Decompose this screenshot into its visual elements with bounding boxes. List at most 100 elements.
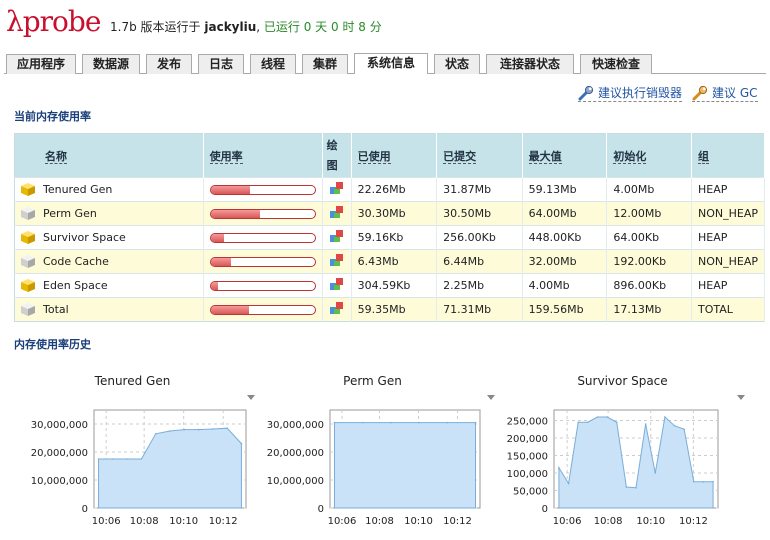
tab-datasources[interactable]: 数据源 (82, 54, 140, 74)
y-tick-label: 20,000,000 (267, 448, 324, 459)
init-value: 896.00Kb (606, 273, 692, 298)
tab-logs[interactable]: 日志 (198, 54, 244, 74)
tab-connectors[interactable]: 连接器状态 (486, 54, 574, 74)
max-value: 64.00Mb (522, 201, 608, 226)
run-gc-link[interactable]: 建议 GC (692, 84, 758, 102)
data-point (702, 480, 705, 483)
table-row: Code Cache 6.43Mb 6.44Mb 32.00Mb 192.00Kb NON… (14, 249, 765, 274)
x-tick-label: 10:12 (443, 516, 472, 527)
y-tick-label: 0 (542, 504, 548, 515)
y-tick-label: 50,000 (513, 487, 548, 498)
data-point (567, 482, 570, 485)
y-tick-label: 30,000,000 (267, 420, 324, 431)
data-point (212, 428, 214, 430)
col-init[interactable]: 初始化 (613, 149, 647, 164)
plot-icon[interactable] (329, 181, 345, 195)
plot-icon[interactable] (329, 301, 345, 315)
x-tick-label: 10:12 (209, 516, 238, 527)
plot-icon[interactable] (329, 277, 345, 291)
col-max[interactable]: 最大值 (528, 149, 562, 164)
tab-system-info[interactable]: 系统信息 (354, 53, 428, 74)
group-value: NON_HEAP (691, 201, 765, 226)
committed-value: 6.44Mb (436, 249, 523, 274)
usage-bar-fill (210, 305, 250, 314)
run-finalizer-link[interactable]: 建议执行销毁器 (578, 84, 683, 102)
usage-bar-fill (210, 281, 218, 290)
table-row: Total 59.35Mb 71.31Mb 159.56Mb 17.13Mb TOTAL (14, 297, 765, 322)
lambda-probe-logo[interactable]: λprobe (6, 4, 101, 40)
init-value: 192.00Kb (606, 249, 692, 274)
data-point (240, 442, 243, 445)
table-header-row: 名称 使用率 绘图 已使用 已提交 最大值 初始化 组 (14, 133, 765, 178)
used-value: 22.26Mb (351, 177, 438, 202)
table-row: Eden Space 304.59Kb 2.25Mb 4.00Mb 896.00Kb HE… (14, 273, 765, 298)
plot-icon[interactable] (329, 253, 345, 267)
init-value: 17.13Mb (606, 297, 692, 322)
data-point (197, 428, 200, 431)
group-value: HEAP (691, 273, 765, 298)
chart-plot: 30,000,000 20,000,000 10,000,000 0 10:06 10:0… (31, 409, 247, 527)
usage-bar (209, 184, 316, 195)
table-row: Perm Gen 30.30Mb 30.50Mb 64.00Mb 12.00Mb NON_… (14, 201, 765, 226)
data-point (712, 480, 714, 483)
memory-pool-icon (21, 207, 35, 221)
col-used[interactable]: 已使用 (357, 149, 391, 164)
col-committed[interactable]: 已提交 (443, 149, 477, 164)
col-usage[interactable]: 使用率 (209, 149, 243, 164)
col-group[interactable]: 组 (698, 149, 709, 164)
chart-plot: 30,000,000 20,000,000 10,000,000 0 10:06 10:0… (267, 409, 481, 527)
pool-name: Total (43, 302, 69, 316)
series-area (334, 422, 476, 509)
col-name[interactable]: 名称 (45, 149, 67, 164)
data-point (390, 421, 392, 424)
data-point (644, 423, 647, 425)
max-value: 159.56Mb (522, 297, 608, 322)
data-point (183, 428, 186, 431)
chart-dropdown-icon[interactable] (737, 395, 745, 400)
tab-quick-check[interactable]: 快速检查 (580, 54, 652, 74)
memory-pool-icon (21, 183, 35, 197)
init-value: 12.00Mb (606, 201, 692, 226)
x-tick-label: 10:06 (92, 516, 121, 527)
data-point (625, 486, 628, 488)
max-value: 59.13Mb (522, 177, 608, 202)
usage-bar (209, 208, 316, 219)
y-tick-label: 0 (82, 504, 88, 515)
col-plot: 绘图 (326, 138, 338, 172)
x-tick-label: 10:12 (679, 516, 708, 527)
pool-name: Tenured Gen (43, 182, 113, 196)
data-point (587, 421, 589, 424)
data-point (169, 430, 171, 432)
chart-title: Tenured Gen (94, 374, 171, 388)
init-value: 4.00Mb (606, 177, 692, 202)
x-tick-label: 10:06 (553, 516, 582, 527)
x-tick-label: 10:06 (328, 516, 357, 527)
usage-bar (209, 280, 316, 291)
plot-icon[interactable] (329, 205, 345, 219)
memory-pool-icon (21, 279, 35, 293)
committed-value: 30.50Mb (436, 201, 523, 226)
pool-name: Eden Space (43, 278, 108, 292)
data-point (361, 421, 364, 424)
usage-bar (209, 232, 316, 243)
data-point (673, 424, 676, 427)
usage-bar (209, 304, 316, 315)
tab-threads[interactable]: 线程 (250, 54, 296, 74)
usage-bar-fill (210, 185, 251, 194)
plot-icon[interactable] (329, 229, 345, 243)
used-value: 304.59Kb (351, 273, 438, 298)
chart-plot: 250,000 200,000 150,000 100,000 50,000 0 10:06… (507, 409, 719, 527)
data-point (154, 433, 157, 435)
group-value: TOTAL (691, 297, 765, 322)
server-status: 1.7b 版本运行于 jackyliu, 已运行 0 天 0 时 8 分 (110, 20, 382, 34)
tab-status[interactable]: 状态 (434, 54, 480, 74)
tab-applications[interactable]: 应用程序 (6, 54, 76, 74)
run-finalizer-label: 建议执行销毁器 (598, 86, 683, 100)
data-point (97, 458, 100, 460)
usage-bar (209, 256, 316, 267)
usage-bar-fill (210, 233, 225, 242)
group-value: NON_HEAP (691, 249, 765, 274)
group-value: HEAP (691, 225, 765, 250)
tab-cluster[interactable]: 集群 (302, 54, 348, 74)
tab-deploy[interactable]: 发布 (146, 54, 192, 74)
